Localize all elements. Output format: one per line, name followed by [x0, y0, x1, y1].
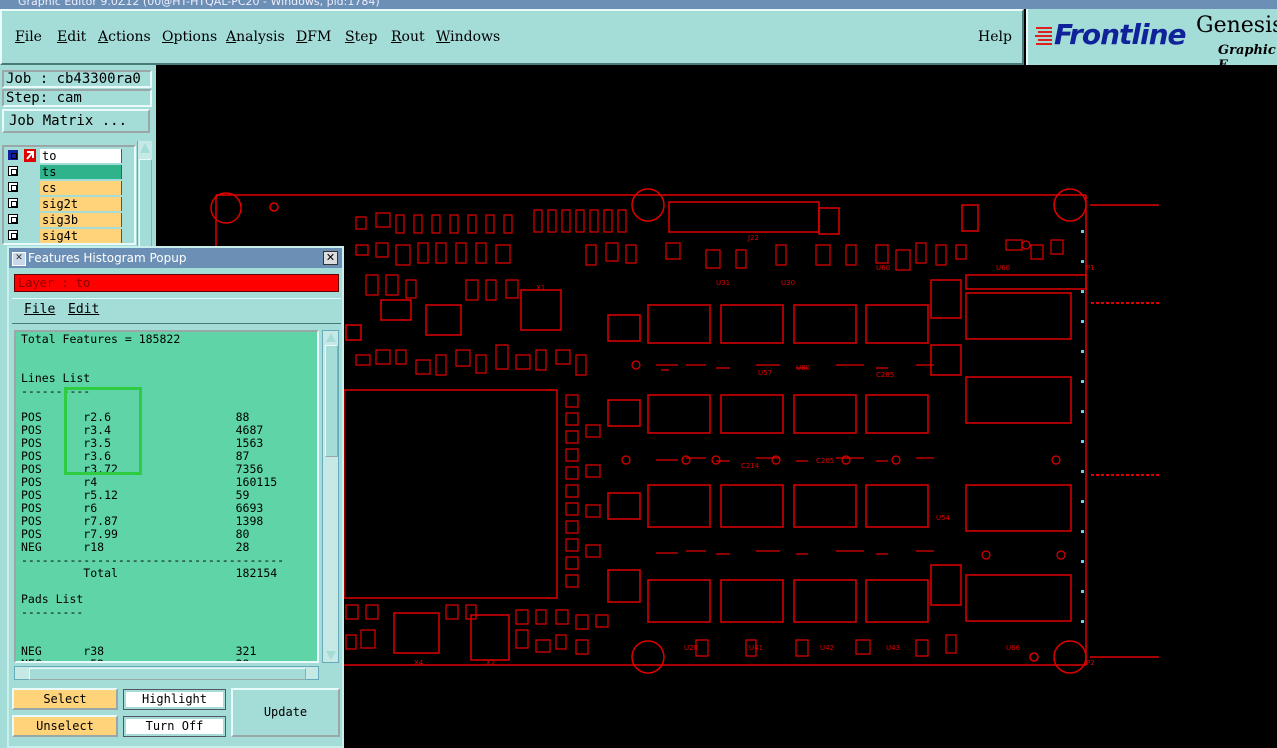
histogram-text: Total Features = 185822 Lines List -----…	[21, 332, 285, 662]
window-menu-icon[interactable]: ✕	[12, 252, 26, 266]
scroll-down-arrow-icon[interactable]	[326, 651, 336, 660]
svg-text:U57: U57	[758, 369, 772, 377]
svg-text:U66: U66	[1006, 644, 1021, 652]
svg-text:C214: C214	[741, 462, 760, 470]
layer-name: to	[40, 149, 122, 163]
window-title: Graphic Editor 9.0Z12 (00@HT-HTQAL-PC20 …	[18, 0, 380, 8]
update-button[interactable]: Update	[231, 688, 340, 737]
highlight-box	[64, 387, 142, 475]
menu-dfm[interactable]: DFM	[296, 29, 331, 45]
layer-name: cs	[40, 181, 122, 195]
step-label: Step: cam	[2, 89, 152, 107]
menu-analysis[interactable]: Analysis	[226, 29, 285, 45]
layer-display-checkbox[interactable]	[8, 182, 18, 192]
layer-name: sig4t	[40, 229, 122, 243]
svg-text:U28: U28	[684, 644, 698, 652]
logo-brand: Frontline	[1054, 18, 1187, 51]
layer-display-checkbox[interactable]	[8, 166, 18, 176]
layer-row-ts[interactable]: ts	[6, 165, 132, 179]
svg-text:C285: C285	[876, 371, 894, 379]
svg-text:X2: X2	[486, 659, 495, 667]
job-matrix-button[interactable]: Job Matrix ...	[2, 109, 150, 133]
menu-actions[interactable]: Actions	[98, 29, 151, 45]
scroll-thumb[interactable]	[325, 345, 338, 457]
svg-text:U60: U60	[876, 264, 890, 272]
svg-text:U31: U31	[716, 279, 730, 287]
layer-display-checkbox[interactable]	[8, 230, 18, 240]
turn-off-button[interactable]: Turn Off	[123, 716, 226, 737]
svg-text:U43: U43	[886, 644, 900, 652]
layer-row-to[interactable]: to	[6, 149, 132, 163]
layer-row-sig4t[interactable]: sig4t	[6, 229, 132, 243]
layer-display-checkbox[interactable]	[8, 214, 18, 224]
popup-menu-file[interactable]: File	[24, 302, 55, 317]
svg-text:U42: U42	[820, 644, 834, 652]
svg-text:X1: X1	[536, 284, 545, 292]
histogram-horizontal-scrollbar[interactable]	[14, 666, 319, 680]
popup-menu-edit[interactable]: Edit	[68, 302, 99, 317]
layer-list: to ts cs sig2t sig3b sig4t	[2, 145, 136, 245]
layer-indicator: Layer : to	[14, 274, 339, 292]
scroll-up-arrow-icon[interactable]	[326, 333, 336, 342]
logo-subtitle: Graphic E	[1218, 43, 1276, 65]
menu-edit[interactable]: Edit	[57, 29, 86, 45]
main-menubar: File Edit Actions Options Analysis DFM S…	[0, 9, 1024, 65]
svg-text:J22: J22	[747, 234, 759, 242]
layer-row-cs[interactable]: cs	[6, 181, 132, 195]
histogram-vertical-scrollbar[interactable]	[322, 330, 339, 663]
svg-text:U41: U41	[749, 644, 763, 652]
layer-row-sig3b[interactable]: sig3b	[6, 213, 132, 227]
job-label: Job : cb43300ra0	[2, 70, 152, 88]
layer-name: sig2t	[40, 197, 122, 211]
logo-product: Genesis	[1196, 13, 1277, 38]
features-histogram-popup: ✕ Features Histogram Popup ✕ Layer : to …	[7, 246, 344, 748]
svg-text:U60: U60	[996, 264, 1010, 272]
menu-rout[interactable]: Rout	[391, 29, 425, 45]
frontline-logo: Frontline Genesis Graphic E	[1026, 9, 1277, 65]
popup-menubar: File Edit	[12, 298, 341, 324]
menu-file[interactable]: File	[15, 29, 42, 45]
work-layer-arrow-icon[interactable]	[24, 149, 36, 162]
layer-name: sig3b	[40, 213, 122, 227]
histogram-text-area[interactable]: Total Features = 185822 Lines List -----…	[14, 330, 319, 663]
unselect-button[interactable]: Unselect	[12, 715, 118, 737]
layer-name: ts	[40, 165, 122, 179]
layer-row-sig2t[interactable]: sig2t	[6, 197, 132, 211]
svg-text:P1: P1	[1086, 264, 1095, 272]
svg-text:X4: X4	[414, 659, 424, 667]
close-icon[interactable]: ✕	[323, 251, 338, 265]
svg-text:U54: U54	[936, 514, 951, 522]
scroll-thumb[interactable]	[29, 668, 306, 680]
svg-text:P2: P2	[1086, 659, 1095, 667]
svg-text:U80: U80	[796, 364, 810, 372]
layer-display-checkbox[interactable]	[8, 150, 18, 160]
svg-text:U30: U30	[781, 279, 795, 287]
popup-title-bar[interactable]: ✕ Features Histogram Popup ✕	[9, 248, 342, 268]
menu-windows[interactable]: Windows	[436, 29, 500, 45]
layer-display-checkbox[interactable]	[8, 198, 18, 208]
svg-text:C205: C205	[816, 457, 834, 465]
menu-help[interactable]: Help	[978, 29, 1012, 45]
menu-step[interactable]: Step	[345, 29, 377, 45]
window-title-bar: Graphic Editor 9.0Z12 (00@HT-HTQAL-PC20 …	[0, 0, 1277, 9]
highlight-button[interactable]: Highlight	[123, 689, 226, 710]
popup-title: Features Histogram Popup	[28, 251, 187, 265]
menu-options[interactable]: Options	[162, 29, 217, 45]
logo-swoosh-icon	[1035, 27, 1052, 45]
select-button[interactable]: Select	[12, 688, 118, 710]
